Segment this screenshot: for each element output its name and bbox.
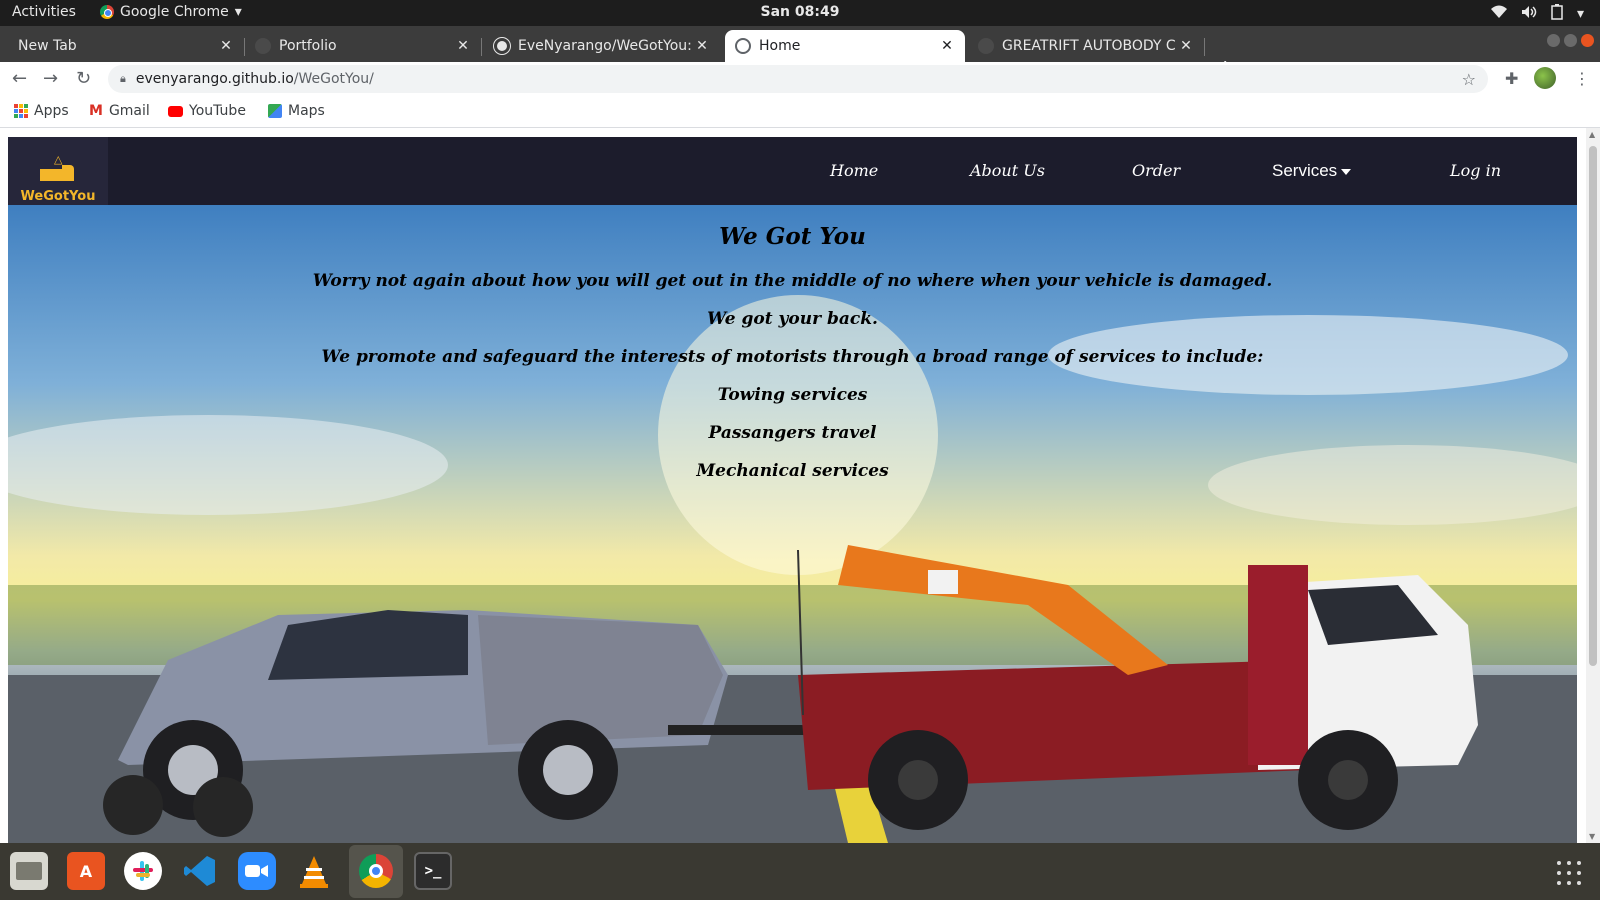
page-viewport: △ WeGotYou Home About Us Order Services … <box>0 128 1600 843</box>
close-icon[interactable]: ✕ <box>455 38 471 54</box>
system-menu-chevron-icon: ▾ <box>1576 6 1584 22</box>
bookmark-label: Apps <box>34 103 69 119</box>
url-path: /WeGotYou/ <box>293 71 374 87</box>
maps-icon <box>268 104 282 118</box>
bookmark-star-icon[interactable]: ☆ <box>1462 70 1476 89</box>
chrome-icon <box>100 5 114 19</box>
lock-icon: 🔒︎ <box>120 72 126 85</box>
globe-icon <box>735 38 751 54</box>
url-host: evenyarango.github.io <box>135 71 294 87</box>
hero-line-promote: We promote and safeguard the interests o… <box>321 347 1264 367</box>
tab-greatrift[interactable]: GREATRIFT AUTOBODY C ✕ <box>968 30 1205 62</box>
vlc-icon[interactable] <box>295 852 333 890</box>
caret-down-icon <box>1341 168 1352 175</box>
close-icon[interactable]: ✕ <box>1178 38 1194 54</box>
nav-services-dropdown[interactable]: Services <box>1272 161 1352 181</box>
address-bar[interactable]: 🔒︎ evenyarango.github.io/WeGotYou/ ☆ <box>108 65 1488 93</box>
site-navbar: △ WeGotYou Home About Us Order Services … <box>8 137 1577 205</box>
service-item: Mechanical services <box>696 461 889 481</box>
battery-icon <box>1551 4 1563 24</box>
extensions-puzzle-icon[interactable]: ✚ <box>1505 69 1518 88</box>
reload-icon[interactable]: ↻ <box>76 68 91 89</box>
hero-banner: We Got You Worry not again about how you… <box>8 205 1577 843</box>
page-scrollbar[interactable]: ▲ ▼ <box>1586 128 1600 843</box>
scrollbar-thumb[interactable] <box>1589 146 1597 666</box>
nav-log-in[interactable]: Log in <box>1450 161 1501 180</box>
tab-new-tab[interactable]: New Tab ✕ <box>8 30 245 62</box>
scroll-up-arrow-icon[interactable]: ▲ <box>1589 130 1595 139</box>
kebab-menu-icon[interactable]: ⋮ <box>1574 69 1590 88</box>
forward-arrow-icon[interactable]: → <box>43 68 58 89</box>
scroll-down-arrow-icon[interactable]: ▼ <box>1589 832 1595 841</box>
bookmark-maps[interactable]: Maps <box>268 103 325 119</box>
bookmarks-bar: Apps M Gmail YouTube Maps <box>0 96 1600 128</box>
clock[interactable]: San 08:49 <box>761 4 840 20</box>
tab-strip: New Tab ✕ Portfolio ✕ EveNyarango/WeGotY… <box>0 26 1600 81</box>
activities-button[interactable]: Activities <box>12 4 76 20</box>
bookmark-label: Maps <box>288 103 325 119</box>
show-applications-icon[interactable] <box>1557 861 1581 885</box>
volume-icon <box>1521 5 1537 23</box>
close-icon[interactable]: ✕ <box>939 38 955 54</box>
browser-toolbar: ← → ↻ 🔒︎ evenyarango.github.io/WeGotYou/… <box>0 62 1600 96</box>
bookmark-youtube[interactable]: YouTube <box>168 103 246 119</box>
app-menu-label: Google Chrome <box>120 4 229 20</box>
service-item: Passangers travel <box>708 423 877 443</box>
hero-title: We Got You <box>719 223 866 250</box>
nav-home[interactable]: Home <box>830 161 878 180</box>
app-menu[interactable]: Google Chrome ▾ <box>100 4 242 20</box>
hero-line-worry: Worry not again about how you will get o… <box>312 271 1273 291</box>
hero-line-back: We got your back. <box>707 309 878 329</box>
profile-avatar[interactable] <box>1534 67 1556 89</box>
bookmark-gmail[interactable]: M Gmail <box>89 103 150 119</box>
tab-github-repo[interactable]: EveNyarango/WeGotYou: ✕ <box>484 30 720 62</box>
maximize-button[interactable] <box>1564 34 1577 47</box>
youtube-icon <box>168 105 183 117</box>
system-tray[interactable]: ▾ <box>1490 4 1584 24</box>
bookmark-label: Gmail <box>108 103 150 119</box>
tab-home[interactable]: Home ✕ <box>725 30 965 62</box>
tab-title: New Tab <box>18 38 77 54</box>
minimize-button[interactable] <box>1547 34 1560 47</box>
back-arrow-icon[interactable]: ← <box>12 68 27 89</box>
truck-icon <box>40 165 74 183</box>
software-icon[interactable]: A <box>67 852 105 890</box>
site-logo[interactable]: △ WeGotYou <box>8 137 108 205</box>
tab-title: Portfolio <box>279 38 337 54</box>
system-top-bar: Activities Google Chrome ▾ San 08:49 ▾ <box>0 0 1600 26</box>
window-controls <box>1547 34 1594 47</box>
vscode-icon[interactable] <box>181 852 219 890</box>
chevron-down-icon: ▾ <box>234 4 242 20</box>
logo-text: WeGotYou <box>20 189 96 204</box>
bookmark-apps[interactable]: Apps <box>14 103 69 119</box>
apps-grid-icon <box>14 104 28 118</box>
close-icon[interactable]: ✕ <box>694 38 710 54</box>
page-favicon-icon <box>978 38 994 54</box>
tab-title: GREATRIFT AUTOBODY C <box>1002 38 1176 54</box>
bookmark-label: YouTube <box>189 103 246 119</box>
chrome-icon[interactable] <box>357 852 395 890</box>
tab-title: EveNyarango/WeGotYou: <box>518 38 692 54</box>
nav-order[interactable]: Order <box>1132 161 1180 180</box>
tow-truck-illustration <box>8 295 1577 843</box>
slack-icon[interactable] <box>124 852 162 890</box>
ubuntu-dock: A >_ <box>0 843 1600 900</box>
tab-portfolio[interactable]: Portfolio ✕ <box>245 30 482 62</box>
nav-services-label: Services <box>1272 161 1338 180</box>
close-window-button[interactable] <box>1581 34 1594 47</box>
service-item: Towing services <box>717 385 868 405</box>
zoom-icon[interactable] <box>238 852 276 890</box>
tab-title: Home <box>759 38 801 54</box>
github-icon <box>493 37 511 55</box>
gmail-icon: M <box>89 103 103 119</box>
wifi-icon <box>1490 5 1507 23</box>
files-icon[interactable] <box>10 852 48 890</box>
nav-about-us[interactable]: About Us <box>970 161 1045 180</box>
page-favicon-icon <box>255 38 271 54</box>
terminal-icon[interactable]: >_ <box>414 852 452 890</box>
close-icon[interactable]: ✕ <box>218 38 234 54</box>
